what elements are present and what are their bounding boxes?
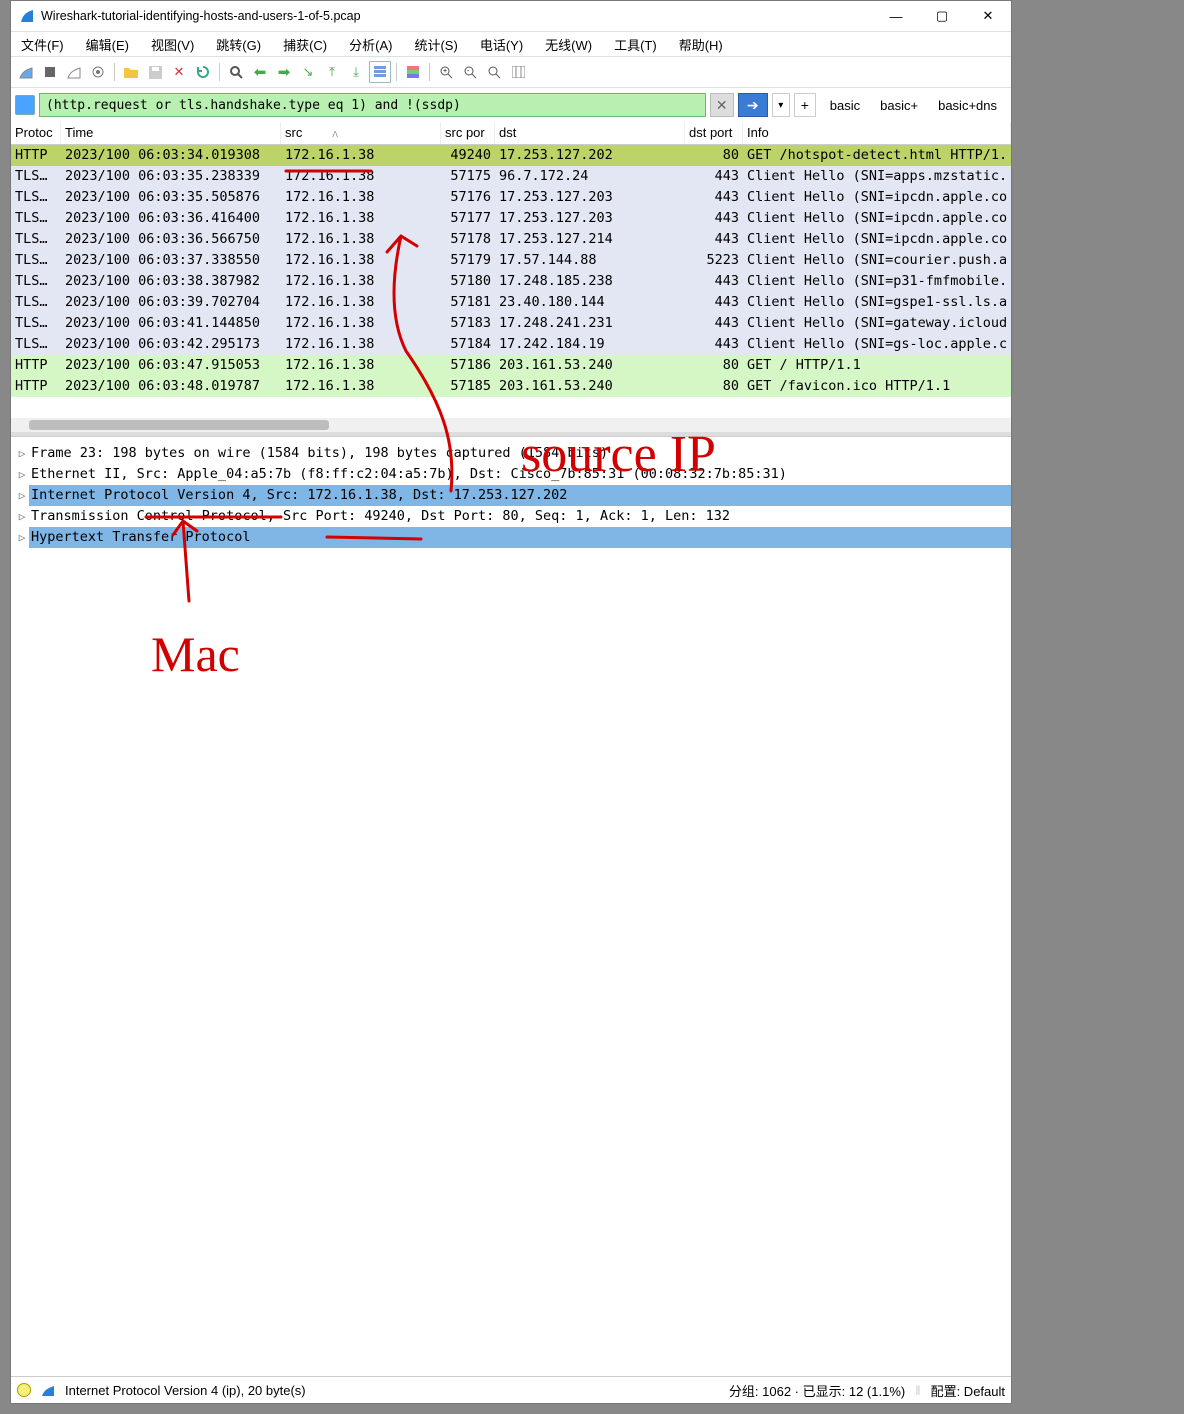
packet-list-hscrollbar[interactable] [11,418,1011,432]
capture-options-icon[interactable] [87,61,109,83]
caret-icon[interactable]: ▷ [15,464,29,485]
close-file-icon[interactable]: ✕ [168,61,190,83]
col-info[interactable]: Info [743,122,1011,144]
packet-list-pane: Protoc Time srcᐱ src por dst dst port In… [11,122,1011,432]
colorize-icon[interactable] [402,61,424,83]
find-icon[interactable] [225,61,247,83]
caret-icon[interactable]: ▷ [15,443,29,464]
svg-text:+: + [443,68,447,75]
packet-row[interactable]: TLS…2023/100 06:03:41.144850172.16.1.385… [11,313,1011,334]
filter-preset-button[interactable]: basic+dns [928,95,1007,116]
filter-history-dropdown[interactable]: ▾ [772,93,790,117]
status-profile[interactable]: 配置: Default [931,1381,1005,1400]
minimize-button[interactable]: — [873,1,919,31]
status-text: Internet Protocol Version 4 (ip), 20 byt… [65,1383,306,1398]
svg-text:-: - [467,68,470,75]
packet-row[interactable]: TLS…2023/100 06:03:36.416400172.16.1.385… [11,208,1011,229]
bookmark-filter-icon[interactable] [15,95,35,115]
col-protocol[interactable]: Protoc [11,122,61,144]
restart-capture-icon[interactable] [63,61,85,83]
menu-item[interactable]: 帮助(H) [675,33,727,56]
go-first-icon[interactable]: ⤒ [321,61,343,83]
zoom-out-icon[interactable]: - [459,61,481,83]
packet-row[interactable]: TLS…2023/100 06:03:35.505876172.16.1.385… [11,187,1011,208]
expert-info-led-icon[interactable] [17,1383,31,1397]
maximize-button[interactable]: ▢ [919,1,965,31]
go-to-packet-icon[interactable]: ↘ [297,61,319,83]
menu-item[interactable]: 文件(F) [17,33,68,56]
status-packet-count: 分组: 1062 · 已显示: 12 (1.1%) [729,1381,905,1400]
open-file-icon[interactable] [120,61,142,83]
tree-ip: ▷Internet Protocol Version 4, Src: 172.1… [15,485,1011,506]
packet-row[interactable]: TLS…2023/100 06:03:36.566750172.16.1.385… [11,229,1011,250]
save-file-icon[interactable] [144,61,166,83]
packet-row[interactable]: TLS…2023/100 06:03:38.387982172.16.1.385… [11,271,1011,292]
start-capture-icon[interactable] [15,61,37,83]
app-window: Wireshark-tutorial-identifying-hosts-and… [10,0,1012,1404]
packet-row[interactable]: HTTP2023/100 06:03:48.019787172.16.1.385… [11,376,1011,397]
menu-item[interactable]: 跳转(G) [212,33,265,56]
col-src[interactable]: srcᐱ [281,122,441,144]
col-dst[interactable]: dst [495,122,685,144]
go-last-icon[interactable]: ⤓ [345,61,367,83]
filter-preset-button[interactable]: basic+ [870,95,928,116]
wireshark-logo-icon [19,8,35,24]
caret-icon[interactable]: ▷ [15,506,29,527]
tree-frame: ▷Frame 23: 198 bytes on wire (1584 bits)… [15,443,1011,464]
menu-item[interactable]: 捕获(C) [279,33,331,56]
menu-item[interactable]: 视图(V) [147,33,198,56]
packet-row[interactable]: HTTP2023/100 06:03:34.019308172.16.1.384… [11,145,1011,166]
reload-icon[interactable] [192,61,214,83]
titlebar: Wireshark-tutorial-identifying-hosts-and… [11,1,1011,32]
go-forward-icon[interactable]: ➡ [273,61,295,83]
go-back-icon[interactable]: ⬅ [249,61,271,83]
tree-tcp: ▷Transmission Control Protocol, Src Port… [15,506,1011,527]
toolbar: ✕ ⬅ ➡ ↘ ⤒ ⤓ + - [11,56,1011,88]
col-time[interactable]: Time [61,122,281,144]
stop-capture-icon[interactable] [39,61,61,83]
filter-bar: ✕ ➔ ▾ + basicbasic+basic+dns [11,88,1011,122]
menu-item[interactable]: 工具(T) [610,33,661,56]
filter-preset-button[interactable]: basic [820,95,870,116]
menu-item[interactable]: 无线(W) [541,33,596,56]
packet-list-header[interactable]: Protoc Time srcᐱ src por dst dst port In… [11,122,1011,145]
display-filter-input[interactable] [39,93,706,117]
caret-icon[interactable]: ▷ [15,485,29,506]
zoom-reset-icon[interactable] [483,61,505,83]
resize-columns-icon[interactable] [507,61,529,83]
caret-icon[interactable]: ▷ [15,527,29,548]
capture-file-icon[interactable] [41,1383,55,1397]
packet-row[interactable]: HTTP2023/100 06:03:47.915053172.16.1.385… [11,355,1011,376]
packet-row[interactable]: TLS…2023/100 06:03:35.238339172.16.1.385… [11,166,1011,187]
packet-details-pane[interactable]: ▷Frame 23: 198 bytes on wire (1584 bits)… [11,436,1011,1376]
col-src-port[interactable]: src por [441,122,495,144]
menubar: 文件(F) 编辑(E) 视图(V) 跳转(G) 捕获(C) 分析(A) 统计(S) 电话(Y)… [11,32,1011,56]
tree-ethernet: ▷Ethernet II, Src: Apple_04:a5:7b (f8:ff… [15,464,1011,485]
zoom-in-icon[interactable]: + [435,61,457,83]
window-title: Wireshark-tutorial-identifying-hosts-and… [41,9,873,23]
clear-filter-button[interactable]: ✕ [710,93,734,117]
auto-scroll-icon[interactable] [369,61,391,83]
col-dst-port[interactable]: dst port [685,122,743,144]
menu-item[interactable]: 编辑(E) [82,33,133,56]
statusbar: Internet Protocol Version 4 (ip), 20 byt… [11,1376,1011,1403]
apply-filter-button[interactable]: ➔ [738,93,768,117]
add-filter-button[interactable]: + [794,93,816,117]
menu-item[interactable]: 统计(S) [410,33,461,56]
menu-item[interactable]: 电话(Y) [476,33,527,56]
packet-row[interactable]: TLS…2023/100 06:03:39.702704172.16.1.385… [11,292,1011,313]
tree-http: ▷Hypertext Transfer Protocol [15,527,1011,548]
close-button[interactable]: ✕ [965,1,1011,31]
packet-row[interactable]: TLS…2023/100 06:03:37.338550172.16.1.385… [11,250,1011,271]
menu-item[interactable]: 分析(A) [345,33,396,56]
packet-row[interactable]: TLS…2023/100 06:03:42.295173172.16.1.385… [11,334,1011,355]
